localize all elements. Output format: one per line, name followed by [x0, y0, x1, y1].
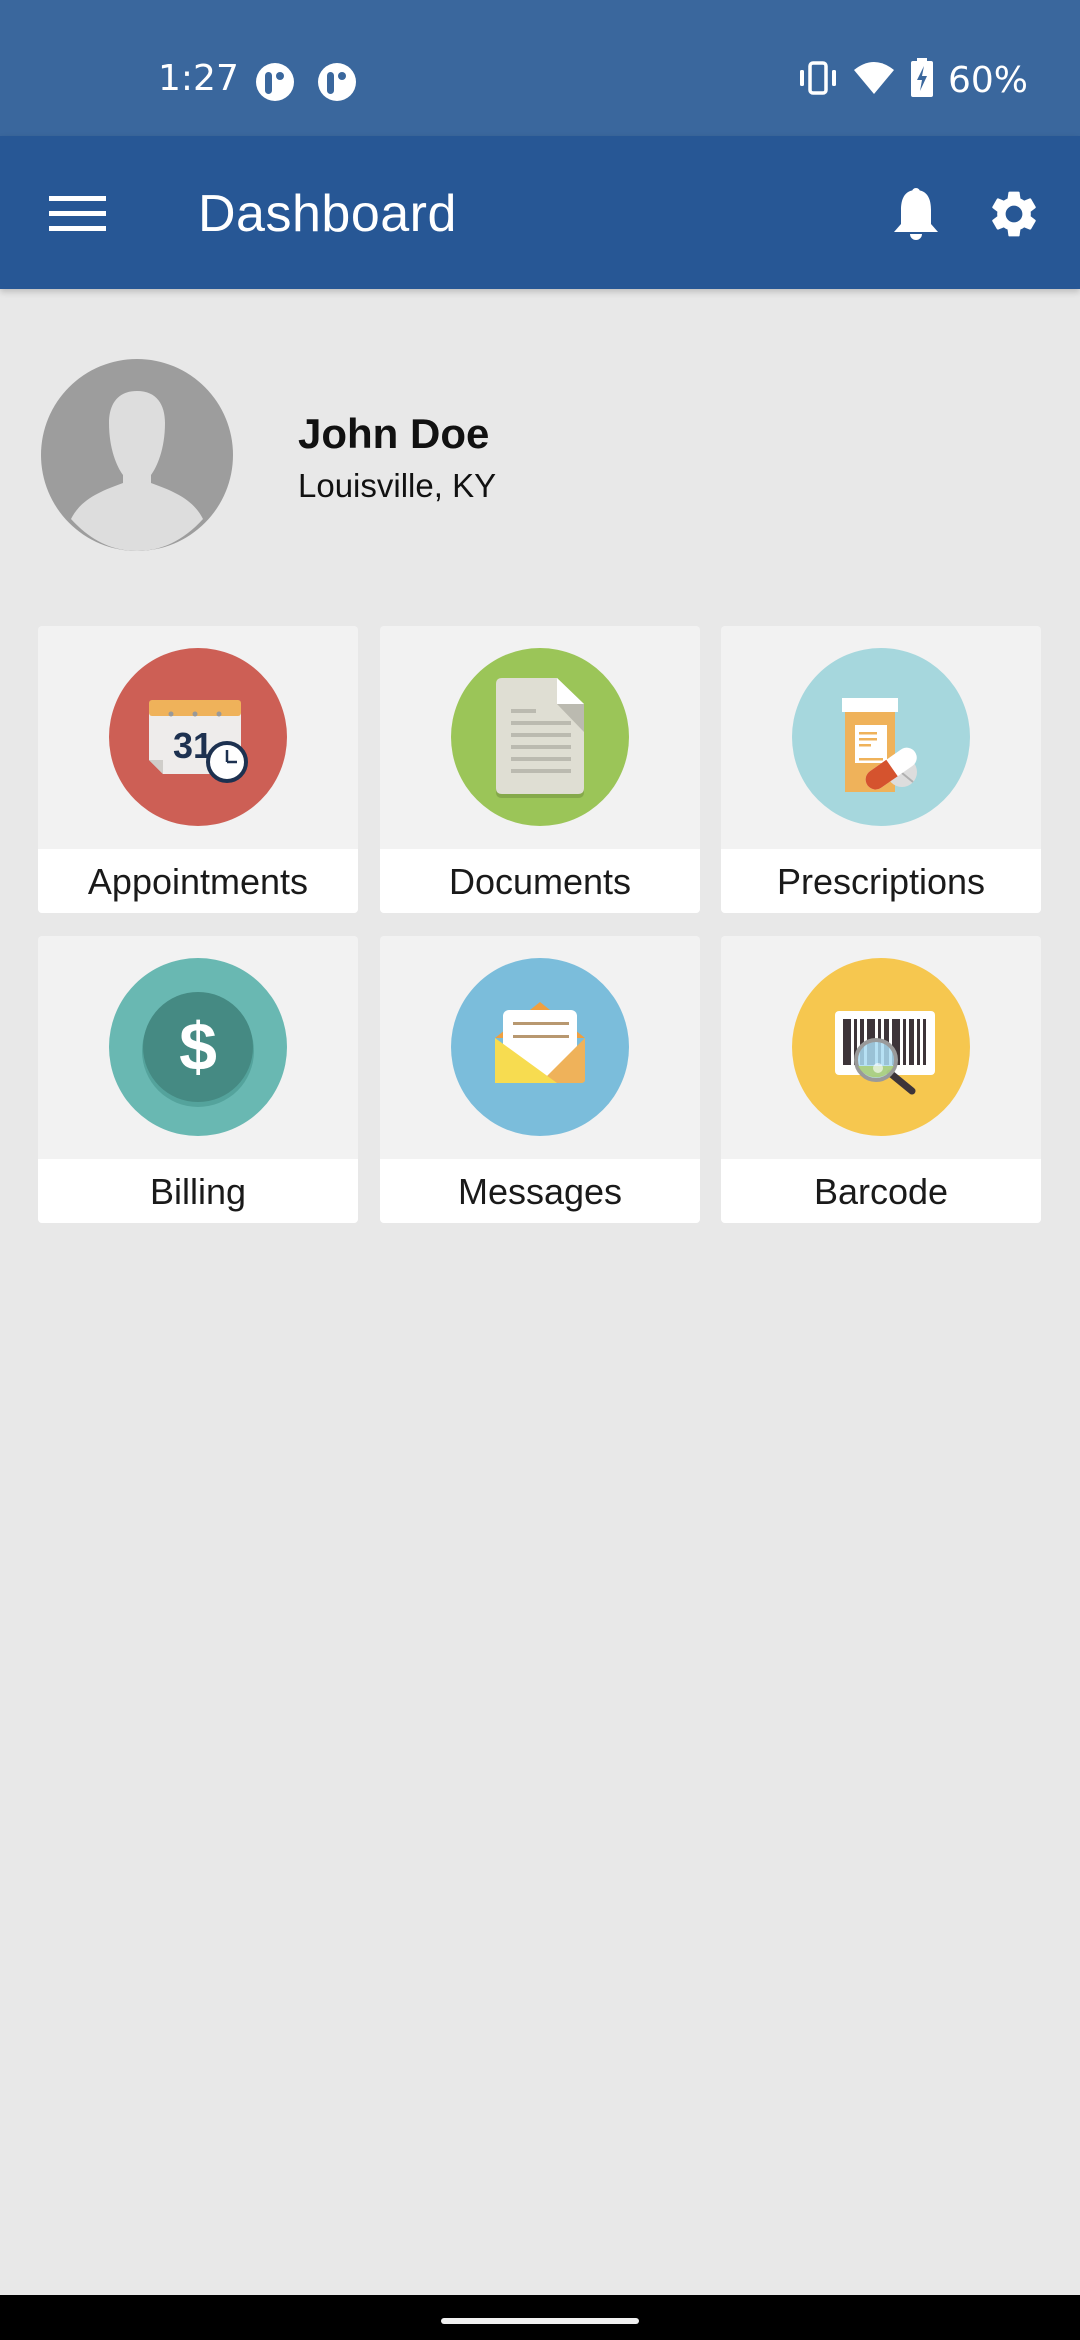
gear-icon [992, 191, 1036, 237]
bell-icon [894, 188, 938, 240]
app-notification-icon [318, 63, 356, 101]
default-avatar-icon [71, 391, 203, 551]
status-bar: 1:27 60% [0, 0, 1080, 136]
battery-charging-icon [910, 58, 934, 103]
tile-label: Messages [380, 1159, 700, 1223]
calendar-clock-icon: 31 [109, 648, 287, 826]
tile-label: Prescriptions [721, 849, 1041, 913]
settings-button[interactable] [976, 176, 1052, 252]
tile-messages[interactable]: Messages [380, 936, 700, 1223]
envelope-icon [451, 958, 629, 1136]
tile-documents[interactable]: Documents [380, 626, 700, 913]
tile-label: Documents [380, 849, 700, 913]
battery-percent: 60% [947, 60, 1028, 101]
system-nav-bar [0, 2295, 1080, 2340]
tile-appointments[interactable]: 31 Appointments [38, 626, 358, 913]
tile-label: Billing [38, 1159, 358, 1223]
menu-button[interactable] [40, 176, 116, 252]
menu-icon [49, 196, 106, 231]
notifications-button[interactable] [878, 176, 954, 252]
profile-location: Louisville, KY [298, 467, 497, 504]
app-bar: Dashboard [0, 136, 1080, 289]
barcode-scan-icon [792, 958, 970, 1136]
tile-billing[interactable]: $ Billing [38, 936, 358, 1223]
profile-name: John Doe [298, 410, 490, 457]
pill-bottle-icon [792, 648, 970, 826]
vibrate-icon [798, 60, 838, 101]
dollar-symbol: $ [179, 1009, 217, 1085]
avatar[interactable] [41, 359, 233, 551]
dollar-icon: $ [109, 958, 287, 1136]
tile-barcode[interactable]: Barcode [721, 936, 1041, 1223]
app-notification-icon [256, 63, 294, 101]
page-title: Dashboard [198, 185, 457, 243]
document-icon [451, 648, 629, 826]
wifi-icon [852, 60, 896, 101]
profile-header: John Doe Louisville, KY [0, 330, 1080, 570]
tile-label: Barcode [721, 1159, 1041, 1223]
tile-prescriptions[interactable]: Prescriptions [721, 626, 1041, 913]
tile-label: Appointments [38, 849, 358, 913]
status-time: 1:27 [158, 58, 239, 99]
home-gesture-handle[interactable] [441, 2318, 639, 2324]
